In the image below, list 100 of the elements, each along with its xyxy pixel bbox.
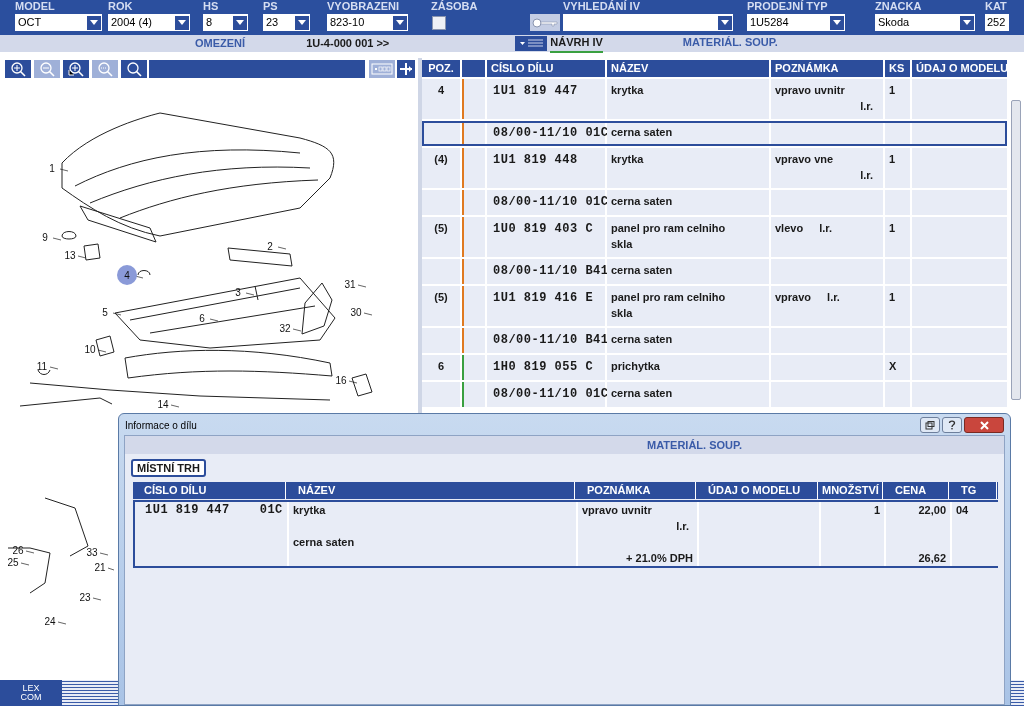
part-number: 1U0 819 403 C	[493, 222, 594, 236]
table-cell-text: l.r.	[860, 99, 873, 114]
column-header[interactable]: NÁZEV	[288, 482, 575, 499]
table-cell-text: vlevo	[775, 221, 804, 236]
restriction-value[interactable]: 1U-4-000 001 >>	[306, 35, 390, 52]
table-cell-text: l.r.	[819, 221, 832, 236]
table-cell-text: cerna saten	[293, 535, 356, 550]
field-label: KAT	[985, 0, 1008, 13]
callout-number[interactable]: 1	[49, 163, 55, 174]
table-cell-text: cerna saten	[611, 125, 674, 140]
field-label: PS	[263, 0, 279, 13]
table-cell-text: + 21.0% DPH	[626, 551, 693, 566]
column-header[interactable]: ÚDAJ O MODELU	[698, 482, 818, 499]
column-header[interactable]: POZNÁMKA	[577, 482, 696, 499]
color-code: 01C	[259, 502, 283, 518]
table-cell-text: 04	[956, 503, 970, 518]
callout-number[interactable]: 33	[86, 547, 98, 558]
part-number: 08/00-11/10 01C	[493, 387, 609, 401]
callout-number[interactable]: 30	[350, 307, 362, 318]
callout-number[interactable]: 21	[94, 562, 106, 573]
field-label: VYHLEDÁNÍ IV	[563, 0, 641, 13]
callout-number[interactable]: 25	[7, 557, 19, 568]
table-cell-text: cerna saten	[611, 194, 674, 209]
column-header[interactable]: ÚDAJ O MODELU	[912, 60, 1007, 77]
field-label: ROK	[108, 0, 134, 13]
column-header[interactable]: POZNÁMKA	[771, 60, 883, 77]
window-title: Informace o dílu	[125, 418, 197, 433]
column-header[interactable]: CENA	[885, 482, 949, 499]
table-row[interactable]: (4) 1U1 819 448 krytka vpravo vne l.r. 1	[422, 148, 1007, 188]
column-header[interactable]: POZ.	[422, 60, 460, 77]
field-label: ZNACKA	[875, 0, 923, 13]
callout-number[interactable]: 9	[42, 232, 48, 243]
callout-number[interactable]: 26	[12, 545, 24, 556]
callout-number[interactable]: 3	[235, 287, 241, 298]
part-number: 08/00-11/10 B41	[493, 333, 609, 347]
dropdown[interactable]: 2004 (4)	[108, 14, 190, 31]
table-row[interactable]: 08/00-11/10 B41 cerna saten	[422, 259, 1007, 284]
column-header[interactable]: CÍSLO DÍLU	[134, 482, 286, 499]
callout-number[interactable]: 14	[157, 399, 169, 410]
table-cell: X	[889, 360, 897, 372]
table-row[interactable]: 08/00-11/10 01C cerna saten	[422, 190, 1007, 215]
column-header[interactable]: MNOŽSTVÍ	[820, 482, 883, 499]
field-label: VYOBRAZENI	[327, 0, 401, 13]
table-row[interactable]: (5) 1U0 819 403 C panel pro ram celniho skla vlevo l.r. 1	[422, 217, 1007, 257]
table-cell-text: vpravo uvnitr	[582, 503, 652, 518]
table-cell-text: cerna saten	[611, 386, 674, 401]
column-header[interactable]: TG	[951, 482, 997, 499]
callout-number[interactable]: 4	[117, 265, 137, 285]
table-row[interactable]: 4 1U1 819 447 krytka vpravo uvnitr l.r. 1	[422, 79, 1007, 119]
table-row[interactable]: (5) 1U1 819 416 E panel pro ram celniho skla vpravo l.r. 1	[422, 286, 1007, 326]
table-cell: 1	[889, 84, 896, 96]
table-cell: (5)	[434, 222, 448, 234]
logo-text: COM	[20, 693, 42, 702]
table-row[interactable]: 6 1H0 819 055 C prichytka X	[422, 355, 1007, 380]
table-row[interactable]: 08/00-11/10 01C cerna saten	[422, 121, 1007, 146]
table-cell: 1	[889, 291, 896, 303]
table-cell-text: krytka	[611, 83, 645, 98]
callout-number[interactable]: 6	[199, 313, 205, 324]
text-field[interactable]: 252	[985, 14, 1009, 31]
part-number: 08/00-11/10 01C	[493, 126, 609, 140]
callout-number[interactable]: 13	[64, 250, 76, 261]
callout-number[interactable]: 31	[344, 279, 356, 290]
callout-number[interactable]: 11	[36, 361, 48, 372]
part-number: 1U1 819 416 E	[493, 291, 594, 305]
dropdown[interactable]: Skoda	[875, 14, 975, 31]
table-row[interactable]: 08/00-11/10 01C cerna saten	[422, 382, 1007, 407]
table-cell-text: cerna saten	[611, 332, 674, 347]
dropdown[interactable]: 823-10	[327, 14, 408, 31]
logo-text: LEX	[22, 684, 40, 693]
callout-number[interactable]: 16	[335, 375, 347, 386]
tab[interactable]: NÁVRH IV	[550, 34, 603, 53]
table-cell: 4	[437, 84, 445, 96]
column-header[interactable]: KS	[885, 60, 910, 77]
table-row[interactable]: 08/00-11/10 B41 cerna saten	[422, 328, 1007, 353]
local-market-button[interactable]: MÍSTNÍ TRH	[131, 459, 206, 477]
table-cell-text: l.r.	[860, 168, 873, 183]
callout-number[interactable]: 23	[79, 592, 91, 603]
dropdown[interactable]: OCT	[15, 14, 102, 31]
table-cell-text: l.r.	[827, 290, 840, 305]
table-cell-text: vpravo	[775, 290, 812, 305]
table-cell-text: l.r.	[676, 519, 690, 534]
table-cell-text: panel pro ram celniho skla	[611, 221, 727, 252]
callout-number[interactable]: 2	[267, 241, 273, 252]
part-number: 1U1 819 447	[145, 502, 230, 518]
column-header[interactable]: CÍSLO DÍLU	[487, 60, 605, 77]
callout-number[interactable]: 24	[44, 616, 56, 627]
dropdown[interactable]: 8	[203, 14, 248, 31]
part-number: 08/00-11/10 01C	[493, 195, 609, 209]
table-cell-text: vpravo uvnitr	[775, 83, 846, 98]
field-label: MODEL	[15, 0, 56, 13]
dropdown[interactable]: 23	[263, 14, 310, 31]
table-cell-text: cerna saten	[611, 263, 674, 278]
part-number: 1H0 819 055 C	[493, 360, 594, 374]
table-cell-text: 1	[873, 503, 880, 518]
callout-number[interactable]: 5	[102, 307, 108, 318]
dropdown[interactable]: 1U5284	[747, 14, 845, 31]
column-header[interactable]: NÁZEV	[607, 60, 769, 77]
callout-number[interactable]: 10	[84, 344, 96, 355]
callout-number[interactable]: 32	[279, 323, 291, 334]
tab[interactable]: MATERIÁL. SOUP.	[682, 34, 778, 53]
